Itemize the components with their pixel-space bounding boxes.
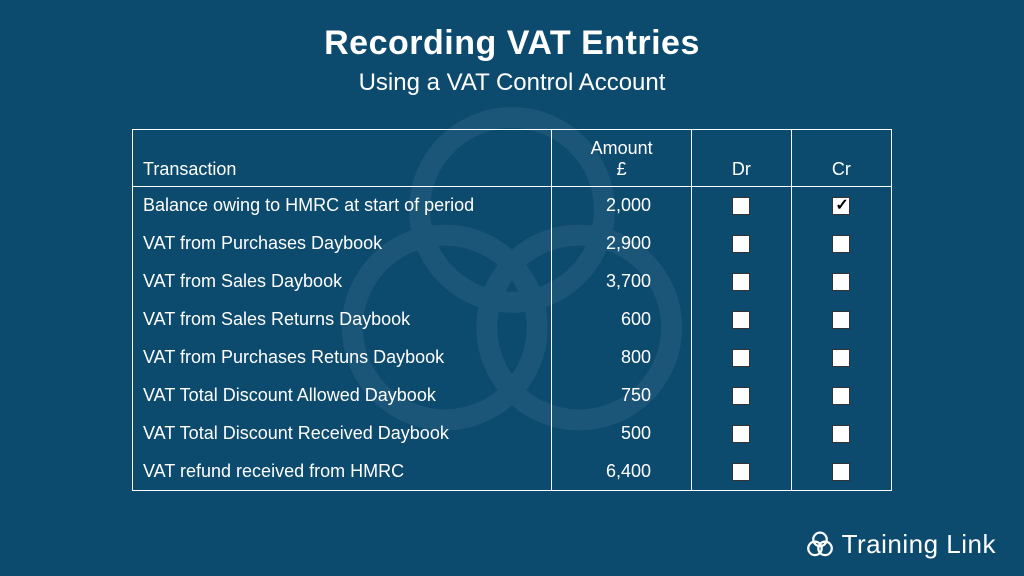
cell-dr — [692, 414, 792, 452]
dr-checkbox[interactable] — [732, 463, 750, 481]
cell-dr — [692, 452, 792, 490]
cell-dr — [692, 224, 792, 262]
table-row: Balance owing to HMRC at start of period… — [133, 186, 891, 224]
cr-checkbox[interactable] — [832, 349, 850, 367]
cell-amount: 750 — [552, 376, 692, 414]
cr-checkbox[interactable] — [832, 425, 850, 443]
triquetra-icon — [806, 531, 834, 559]
page-subtitle: Using a VAT Control Account — [0, 69, 1024, 97]
cell-cr — [791, 452, 891, 490]
dr-checkbox[interactable] — [732, 273, 750, 291]
table-header-row: Transaction Amount £ Dr Cr — [133, 130, 891, 186]
cell-dr — [692, 376, 792, 414]
brand-text: Training Link — [842, 529, 996, 560]
table-row: VAT from Sales Daybook3,700 — [133, 262, 891, 300]
table-row: VAT from Purchases Daybook2,900 — [133, 224, 891, 262]
cell-dr — [692, 186, 792, 224]
cell-cr — [791, 338, 891, 376]
cell-cr — [791, 376, 891, 414]
cell-amount: 2,900 — [552, 224, 692, 262]
dr-checkbox[interactable] — [732, 197, 750, 215]
cell-amount: 800 — [552, 338, 692, 376]
cr-checkbox[interactable] — [832, 273, 850, 291]
col-amount-line1: Amount — [562, 138, 681, 159]
cell-amount: 2,000 — [552, 186, 692, 224]
col-transaction: Transaction — [133, 130, 552, 186]
cell-dr — [692, 300, 792, 338]
cell-dr — [692, 338, 792, 376]
col-amount: Amount £ — [552, 130, 692, 186]
table-row: VAT refund received from HMRC6,400 — [133, 452, 891, 490]
cr-checkbox[interactable] — [832, 387, 850, 405]
dr-checkbox[interactable] — [732, 349, 750, 367]
cell-transaction: VAT Total Discount Received Daybook — [133, 414, 552, 452]
col-dr: Dr — [692, 130, 792, 186]
dr-checkbox[interactable] — [732, 425, 750, 443]
cell-cr — [791, 186, 891, 224]
cell-transaction: VAT refund received from HMRC — [133, 452, 552, 490]
cell-cr — [791, 300, 891, 338]
table-row: VAT from Purchases Retuns Daybook800 — [133, 338, 891, 376]
cell-cr — [791, 414, 891, 452]
cell-dr — [692, 262, 792, 300]
col-cr: Cr — [791, 130, 891, 186]
cr-checkbox[interactable] — [832, 197, 850, 215]
cell-transaction: VAT from Sales Returns Daybook — [133, 300, 552, 338]
cell-transaction: VAT Total Discount Allowed Daybook — [133, 376, 552, 414]
cell-transaction: VAT from Purchases Daybook — [133, 224, 552, 262]
cr-checkbox[interactable] — [832, 235, 850, 253]
vat-table: Transaction Amount £ Dr Cr Balance owing… — [132, 129, 892, 491]
dr-checkbox[interactable] — [732, 311, 750, 329]
page-title: Recording VAT Entries — [0, 24, 1024, 63]
dr-checkbox[interactable] — [732, 387, 750, 405]
cell-amount: 3,700 — [552, 262, 692, 300]
table-row: VAT from Sales Returns Daybook600 — [133, 300, 891, 338]
cell-transaction: Balance owing to HMRC at start of period — [133, 186, 552, 224]
cr-checkbox[interactable] — [832, 463, 850, 481]
cell-transaction: VAT from Purchases Retuns Daybook — [133, 338, 552, 376]
cell-cr — [791, 224, 891, 262]
table-row: VAT Total Discount Received Daybook500 — [133, 414, 891, 452]
col-amount-line2: £ — [562, 159, 681, 180]
dr-checkbox[interactable] — [732, 235, 750, 253]
cr-checkbox[interactable] — [832, 311, 850, 329]
cell-transaction: VAT from Sales Daybook — [133, 262, 552, 300]
cell-cr — [791, 262, 891, 300]
cell-amount: 6,400 — [552, 452, 692, 490]
brand-logo: Training Link — [806, 529, 996, 560]
cell-amount: 600 — [552, 300, 692, 338]
cell-amount: 500 — [552, 414, 692, 452]
table-row: VAT Total Discount Allowed Daybook750 — [133, 376, 891, 414]
